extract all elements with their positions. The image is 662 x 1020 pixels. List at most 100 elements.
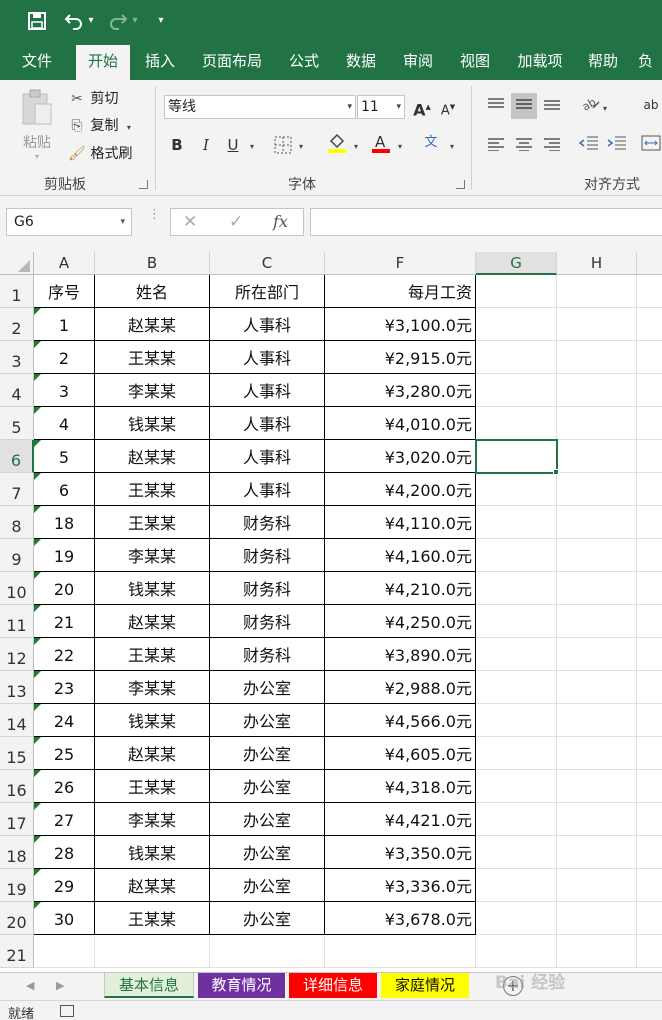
table-cell[interactable]: 23 — [34, 671, 95, 704]
table-cell[interactable]: 财务科 — [210, 539, 325, 572]
empty-cell[interactable] — [637, 506, 662, 539]
prev-sheet-icon[interactable]: ◀ — [26, 979, 34, 992]
empty-cell[interactable] — [557, 275, 637, 308]
empty-cell[interactable] — [476, 572, 557, 605]
customize-toolbar-icon[interactable]: ▾ — [154, 8, 168, 34]
font-launcher-icon[interactable] — [456, 180, 465, 189]
worksheet-grid[interactable]: A B C F G H 1 序号 姓名 所在部门 每月工资 2 1 赵某某 人事科 ¥3,100.… — [0, 252, 662, 972]
empty-cell[interactable] — [557, 605, 637, 638]
redo-dropdown-icon[interactable]: ▾ — [130, 8, 140, 34]
table-cell[interactable]: ¥4,250.0元 — [325, 605, 476, 638]
empty-cell[interactable] — [557, 407, 637, 440]
empty-cell[interactable] — [476, 440, 557, 473]
table-cell[interactable]: 赵某某 — [95, 605, 210, 638]
table-cell[interactable]: 赵某某 — [95, 308, 210, 341]
table-cell[interactable]: ¥3,020.0元 — [325, 440, 476, 473]
row-header[interactable]: 10 — [0, 572, 34, 605]
table-cell[interactable]: 王某某 — [95, 902, 210, 935]
bold-button[interactable]: B — [166, 134, 188, 156]
row-header[interactable]: 19 — [0, 869, 34, 902]
formula-bar-grip-icon[interactable]: ⋮ — [148, 208, 161, 221]
phonetic-guide-icon[interactable]: 文 — [420, 132, 442, 154]
table-cell[interactable]: 人事科 — [210, 440, 325, 473]
table-cell[interactable]: ¥2,988.0元 — [325, 671, 476, 704]
tab-addins[interactable]: 加载项 — [510, 42, 570, 80]
table-cell[interactable]: ¥2,915.0元 — [325, 341, 476, 374]
row-header[interactable]: 2 — [0, 308, 34, 341]
row-header[interactable]: 6 — [0, 440, 34, 473]
table-cell[interactable]: ¥4,210.0元 — [325, 572, 476, 605]
empty-cell[interactable] — [557, 539, 637, 572]
table-cell[interactable]: 财务科 — [210, 605, 325, 638]
table-cell[interactable]: ¥3,100.0元 — [325, 308, 476, 341]
empty-cell[interactable] — [476, 308, 557, 341]
table-cell[interactable]: 6 — [34, 473, 95, 506]
copy-dropdown-icon[interactable]: ▾ — [127, 123, 131, 132]
table-cell[interactable]: ¥4,318.0元 — [325, 770, 476, 803]
row-header[interactable]: 9 — [0, 539, 34, 572]
fill-color-dropdown-icon[interactable]: ▾ — [354, 142, 358, 151]
wrap-text-icon[interactable]: ab — [640, 94, 662, 116]
table-cell[interactable]: 办公室 — [210, 902, 325, 935]
table-cell[interactable]: ¥3,350.0元 — [325, 836, 476, 869]
tab-view[interactable]: 视图 — [452, 42, 498, 80]
row-header[interactable]: 7 — [0, 473, 34, 506]
empty-cell[interactable] — [476, 704, 557, 737]
table-cell[interactable]: ¥3,336.0元 — [325, 869, 476, 902]
table-cell[interactable]: 财务科 — [210, 572, 325, 605]
table-cell[interactable]: 王某某 — [95, 341, 210, 374]
row-header[interactable]: 20 — [0, 902, 34, 935]
underline-button[interactable]: U — [222, 134, 244, 156]
empty-cell[interactable] — [637, 275, 662, 308]
empty-cell[interactable] — [557, 572, 637, 605]
table-cell[interactable]: 办公室 — [210, 836, 325, 869]
empty-cell[interactable] — [637, 308, 662, 341]
table-cell[interactable]: 办公室 — [210, 671, 325, 704]
empty-cell[interactable] — [557, 638, 637, 671]
table-cell[interactable]: 王某某 — [95, 506, 210, 539]
table-cell[interactable]: 财务科 — [210, 638, 325, 671]
empty-cell[interactable] — [34, 935, 95, 968]
font-size-combo[interactable]: 11 ▾ — [357, 95, 405, 119]
row-header[interactable]: 4 — [0, 374, 34, 407]
select-all-corner[interactable] — [0, 252, 34, 275]
table-cell[interactable]: ¥3,890.0元 — [325, 638, 476, 671]
table-cell[interactable]: 李某某 — [95, 539, 210, 572]
row-header[interactable]: 11 — [0, 605, 34, 638]
font-color-icon[interactable]: A — [370, 132, 392, 154]
orientation-icon[interactable]: ab — [580, 94, 602, 116]
tab-home[interactable]: 开始 — [76, 45, 130, 80]
table-cell[interactable]: ¥4,110.0元 — [325, 506, 476, 539]
column-header-f[interactable]: F — [325, 252, 476, 275]
empty-cell[interactable] — [557, 737, 637, 770]
sheet-tab-basic-info[interactable]: 基本信息 — [104, 973, 194, 998]
table-cell[interactable]: 3 — [34, 374, 95, 407]
empty-cell[interactable] — [637, 836, 662, 869]
borders-icon[interactable] — [272, 134, 294, 156]
header-cell[interactable]: 每月工资 — [325, 275, 476, 308]
empty-cell[interactable] — [637, 638, 662, 671]
format-painter-button[interactable]: 🖌 格式刷 — [68, 143, 132, 165]
header-cell[interactable]: 所在部门 — [210, 275, 325, 308]
table-cell[interactable]: 人事科 — [210, 407, 325, 440]
empty-cell[interactable] — [557, 704, 637, 737]
table-cell[interactable]: 财务科 — [210, 506, 325, 539]
empty-cell[interactable] — [476, 638, 557, 671]
table-cell[interactable]: 24 — [34, 704, 95, 737]
cut-button[interactable]: ✂ 剪切 — [68, 88, 118, 110]
empty-cell[interactable] — [476, 902, 557, 935]
phonetic-dropdown-icon[interactable]: ▾ — [450, 142, 454, 151]
align-right-icon[interactable] — [541, 135, 563, 157]
empty-cell[interactable] — [210, 935, 325, 968]
table-cell[interactable]: ¥4,200.0元 — [325, 473, 476, 506]
empty-cell[interactable] — [476, 737, 557, 770]
row-header[interactable]: 13 — [0, 671, 34, 704]
table-cell[interactable]: 29 — [34, 869, 95, 902]
name-box[interactable]: G6 ▾ — [6, 208, 132, 236]
table-cell[interactable]: 办公室 — [210, 770, 325, 803]
italic-button[interactable]: I — [195, 134, 217, 156]
table-cell[interactable]: ¥4,160.0元 — [325, 539, 476, 572]
table-cell[interactable]: 人事科 — [210, 374, 325, 407]
empty-cell[interactable] — [637, 539, 662, 572]
row-header[interactable]: 3 — [0, 341, 34, 374]
